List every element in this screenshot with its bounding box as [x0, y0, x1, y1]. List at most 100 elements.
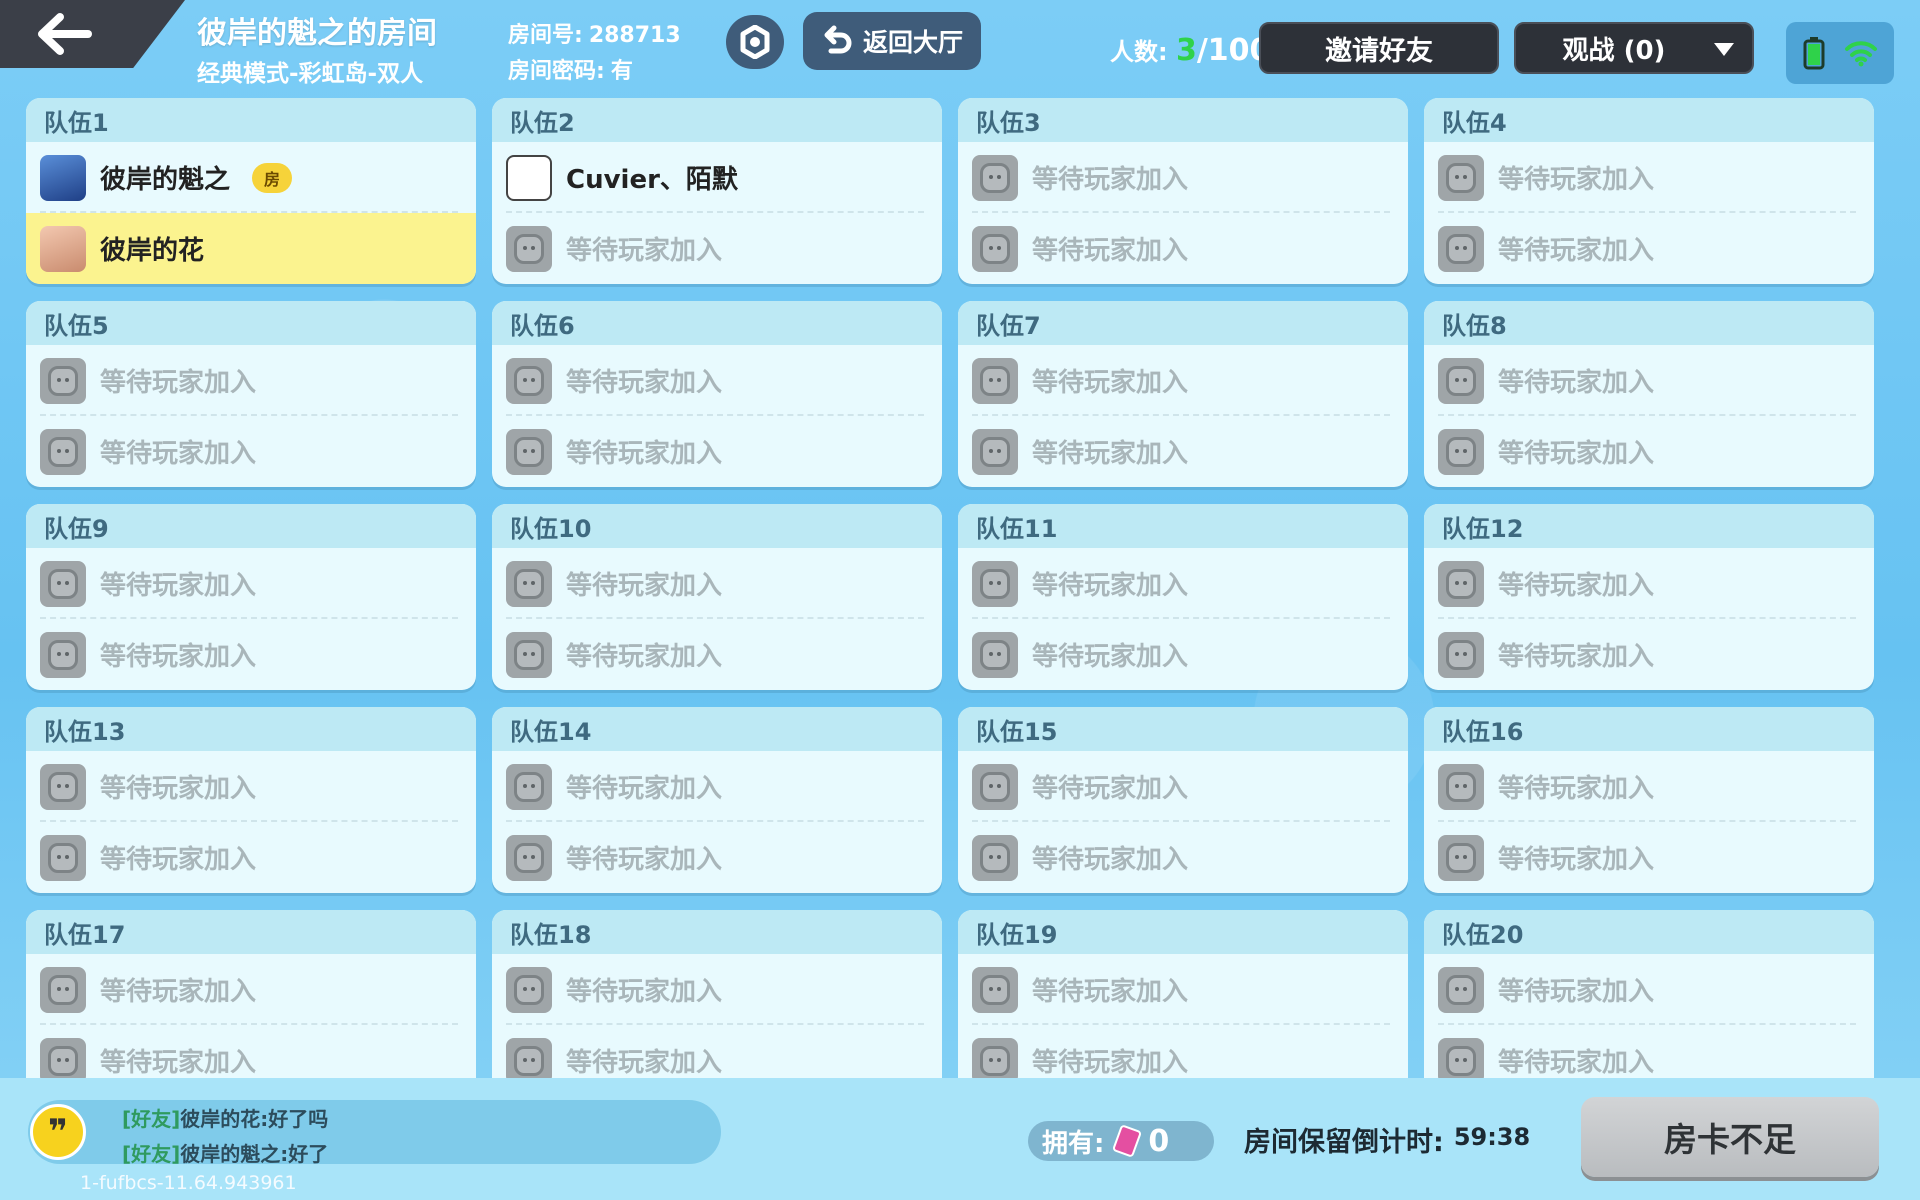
team-title: 队伍18: [492, 910, 942, 954]
empty-slot[interactable]: 等待玩家加入: [492, 822, 942, 893]
empty-slot[interactable]: 等待玩家加入: [1424, 1025, 1874, 1078]
return-icon: [824, 25, 852, 54]
team-grid: 队伍1 彼岸的魁之房彼岸的花 队伍2 Cuvier、陌默 等待玩家加入 队伍3 等待玩家加入…: [26, 98, 1876, 1078]
invite-friends-button[interactable]: 邀请好友: [1259, 22, 1499, 74]
empty-slot[interactable]: 等待玩家加入: [1424, 751, 1874, 822]
waiting-text: 等待玩家加入: [1032, 642, 1189, 672]
back-button[interactable]: [0, 0, 185, 68]
empty-slot[interactable]: 等待玩家加入: [958, 751, 1408, 822]
empty-slot[interactable]: 等待玩家加入: [1424, 416, 1874, 487]
chat-quote-icon[interactable]: ❞: [30, 1104, 86, 1160]
empty-slot[interactable]: 等待玩家加入: [1424, 954, 1874, 1025]
empty-slot[interactable]: 等待玩家加入: [1424, 548, 1874, 619]
team-card: 队伍6 等待玩家加入 等待玩家加入: [492, 301, 942, 487]
empty-slot[interactable]: 等待玩家加入: [1424, 619, 1874, 690]
gear-icon: [740, 25, 770, 59]
waiting-text: 等待玩家加入: [1498, 165, 1655, 195]
countdown-time: 59:38: [1453, 1123, 1531, 1151]
chat-message: [好友]彼岸的魁之:好了: [122, 1138, 328, 1167]
player-slot[interactable]: 彼岸的花: [26, 213, 476, 284]
player-slot[interactable]: Cuvier、陌默: [492, 142, 942, 213]
empty-avatar-icon: [972, 966, 1018, 1013]
empty-avatar-icon: [506, 428, 552, 475]
empty-slot[interactable]: 等待玩家加入: [492, 416, 942, 487]
team-title: 队伍11: [958, 504, 1408, 548]
waiting-text: 等待玩家加入: [1498, 571, 1655, 601]
team-card: 队伍5 等待玩家加入 等待玩家加入: [26, 301, 476, 487]
empty-avatar-icon: [972, 154, 1018, 201]
team-card: 队伍4 等待玩家加入 等待玩家加入: [1424, 98, 1874, 284]
team-title: 队伍9: [26, 504, 476, 548]
empty-avatar-icon: [972, 357, 1018, 404]
team-card: 队伍16 等待玩家加入 等待玩家加入: [1424, 707, 1874, 893]
team-card: 队伍13 等待玩家加入 等待玩家加入: [26, 707, 476, 893]
empty-avatar-icon: [506, 631, 552, 678]
empty-slot[interactable]: 等待玩家加入: [958, 1025, 1408, 1078]
empty-slot[interactable]: 等待玩家加入: [958, 822, 1408, 893]
start-button[interactable]: 房卡不足: [1581, 1097, 1879, 1177]
empty-slot[interactable]: 等待玩家加入: [958, 213, 1408, 284]
empty-slot[interactable]: 等待玩家加入: [492, 548, 942, 619]
empty-avatar-icon: [1438, 560, 1484, 607]
empty-slot[interactable]: 等待玩家加入: [958, 416, 1408, 487]
empty-slot[interactable]: 等待玩家加入: [26, 954, 476, 1025]
waiting-text: 等待玩家加入: [1032, 1048, 1189, 1078]
room-mode: 经典模式-彩虹岛-双人: [197, 61, 424, 87]
room-password-label: 房间密码:: [508, 59, 605, 84]
empty-avatar-icon: [40, 560, 86, 607]
empty-slot[interactable]: 等待玩家加入: [492, 954, 942, 1025]
waiting-text: 等待玩家加入: [1498, 439, 1655, 469]
empty-slot[interactable]: 等待玩家加入: [958, 345, 1408, 416]
return-lobby-label: 返回大厅: [862, 28, 963, 57]
empty-slot[interactable]: 等待玩家加入: [26, 345, 476, 416]
waiting-text: 等待玩家加入: [1032, 439, 1189, 469]
team-title: 队伍12: [1424, 504, 1874, 548]
chat-tag: [好友]: [122, 1142, 181, 1166]
empty-avatar-icon: [506, 357, 552, 404]
spectate-dropdown[interactable]: 观战 (0): [1514, 22, 1754, 74]
empty-slot[interactable]: 等待玩家加入: [26, 548, 476, 619]
spectate-label: 观战 (0): [1562, 35, 1666, 66]
team-title: 队伍4: [1424, 98, 1874, 142]
waiting-text: 等待玩家加入: [100, 845, 257, 875]
team-card: 队伍20 等待玩家加入 等待玩家加入: [1424, 910, 1874, 1078]
version-text: 1-fufbcs-11.64.943961: [80, 1172, 297, 1194]
team-title: 队伍8: [1424, 301, 1874, 345]
team-card: 队伍8 等待玩家加入 等待玩家加入: [1424, 301, 1874, 487]
waiting-text: 等待玩家加入: [1498, 845, 1655, 875]
empty-slot[interactable]: 等待玩家加入: [958, 619, 1408, 690]
empty-slot[interactable]: 等待玩家加入: [958, 142, 1408, 213]
settings-button[interactable]: [726, 15, 784, 69]
empty-avatar-icon: [1438, 1037, 1484, 1078]
empty-slot[interactable]: 等待玩家加入: [26, 1025, 476, 1078]
player-slot[interactable]: 彼岸的魁之房: [26, 142, 476, 213]
team-card: 队伍3 等待玩家加入 等待玩家加入: [958, 98, 1408, 284]
empty-slot[interactable]: 等待玩家加入: [958, 954, 1408, 1025]
empty-slot[interactable]: 等待玩家加入: [492, 1025, 942, 1078]
empty-slot[interactable]: 等待玩家加入: [1424, 142, 1874, 213]
empty-slot[interactable]: 等待玩家加入: [26, 751, 476, 822]
room-header: 彼岸的魁之的房间 经典模式-彩虹岛-双人 房间号: 288713 房间密码: 有…: [0, 0, 1920, 96]
room-number: 288713: [588, 23, 681, 48]
empty-avatar-icon: [40, 357, 86, 404]
waiting-text: 等待玩家加入: [566, 439, 723, 469]
own-count: 0: [1148, 1123, 1170, 1159]
empty-avatar-icon: [972, 225, 1018, 272]
waiting-text: 等待玩家加入: [100, 774, 257, 804]
empty-slot[interactable]: 等待玩家加入: [492, 751, 942, 822]
player-avatar: [506, 154, 552, 201]
empty-slot[interactable]: 等待玩家加入: [1424, 213, 1874, 284]
empty-slot[interactable]: 等待玩家加入: [958, 548, 1408, 619]
empty-slot[interactable]: 等待玩家加入: [1424, 822, 1874, 893]
empty-slot[interactable]: 等待玩家加入: [26, 822, 476, 893]
empty-slot[interactable]: 等待玩家加入: [492, 213, 942, 284]
empty-slot[interactable]: 等待玩家加入: [26, 619, 476, 690]
empty-slot[interactable]: 等待玩家加入: [1424, 345, 1874, 416]
empty-avatar-icon: [40, 763, 86, 810]
empty-slot[interactable]: 等待玩家加入: [492, 345, 942, 416]
waiting-text: 等待玩家加入: [566, 571, 723, 601]
return-lobby-button[interactable]: 返回大厅: [803, 12, 981, 70]
empty-slot[interactable]: 等待玩家加入: [26, 416, 476, 487]
waiting-text: 等待玩家加入: [1498, 977, 1655, 1007]
empty-slot[interactable]: 等待玩家加入: [492, 619, 942, 690]
